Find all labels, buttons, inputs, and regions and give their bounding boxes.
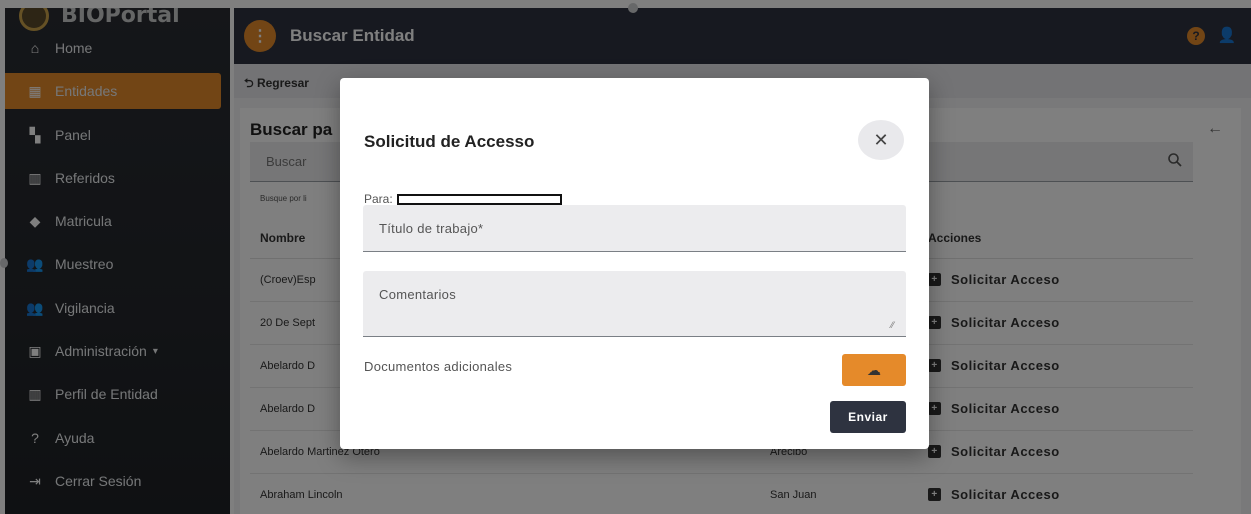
send-button[interactable]: Enviar bbox=[830, 401, 906, 433]
job-title-label: Título de trabajo* bbox=[379, 221, 484, 236]
upload-button[interactable]: ☁ bbox=[842, 354, 906, 386]
recipient-row: Para: bbox=[364, 192, 562, 206]
recipient-redacted bbox=[396, 193, 562, 205]
job-title-field[interactable]: Título de trabajo* bbox=[363, 205, 906, 252]
resize-handle-icon[interactable]: ⁄⁄ bbox=[891, 320, 894, 330]
comments-label: Comentarios bbox=[379, 287, 456, 302]
dialog-title: Solicitud de Accesso bbox=[364, 132, 535, 151]
para-label: Para: bbox=[364, 192, 393, 206]
cloud-upload-icon: ☁ bbox=[867, 361, 881, 378]
comments-field[interactable]: Comentarios ⁄⁄ bbox=[363, 271, 906, 337]
access-request-dialog: Solicitud de Accesso ✕ Para: Título de t… bbox=[340, 78, 929, 449]
close-icon[interactable]: ✕ bbox=[858, 120, 904, 160]
documents-label: Documentos adicionales bbox=[364, 359, 513, 374]
